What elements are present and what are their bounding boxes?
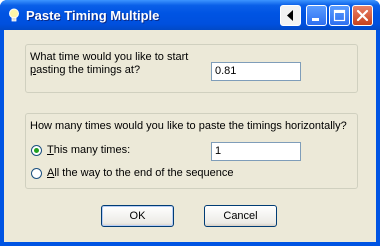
- times-count-input[interactable]: 1: [211, 142, 301, 161]
- start-time-input[interactable]: 0.81: [211, 62, 301, 81]
- maximize-icon: [333, 9, 346, 22]
- this-many-times-mnemonic: T: [47, 144, 54, 156]
- start-question-line2-rest: asting the timings at?: [36, 64, 141, 76]
- close-icon: [356, 9, 369, 22]
- title-bar[interactable]: Paste Timing Multiple: [0, 0, 380, 30]
- dialog-body: What time would you like to start pastin…: [4, 30, 376, 242]
- minimize-icon: [312, 18, 319, 21]
- to-end-label-rest: ll the way to the end of the sequence: [54, 167, 234, 179]
- close-button[interactable]: [352, 5, 373, 26]
- maximize-button[interactable]: [329, 5, 350, 26]
- start-question-line2: pasting the timings at?: [30, 64, 140, 77]
- this-many-times-radio[interactable]: [31, 145, 42, 156]
- this-many-times-label-rest: his many times:: [53, 144, 131, 156]
- start-question-line1: What time would you like to start: [30, 51, 189, 63]
- to-end-of-sequence-radio[interactable]: [31, 168, 42, 179]
- back-button[interactable]: [280, 5, 301, 26]
- this-many-times-label[interactable]: This many times:: [47, 144, 130, 157]
- paste-count-question: How many times would you like to paste t…: [30, 120, 347, 132]
- bulb-icon: [9, 8, 19, 22]
- cancel-button[interactable]: Cancel: [204, 205, 277, 227]
- window-title: Paste Timing Multiple: [26, 8, 160, 23]
- dialog-window: Paste Timing Multiple What time would yo…: [0, 0, 380, 246]
- to-end-of-sequence-label[interactable]: All the way to the end of the sequence: [47, 167, 234, 180]
- minimize-button[interactable]: [306, 5, 327, 26]
- ok-button[interactable]: OK: [101, 205, 174, 227]
- back-arrow-icon: [287, 10, 293, 21]
